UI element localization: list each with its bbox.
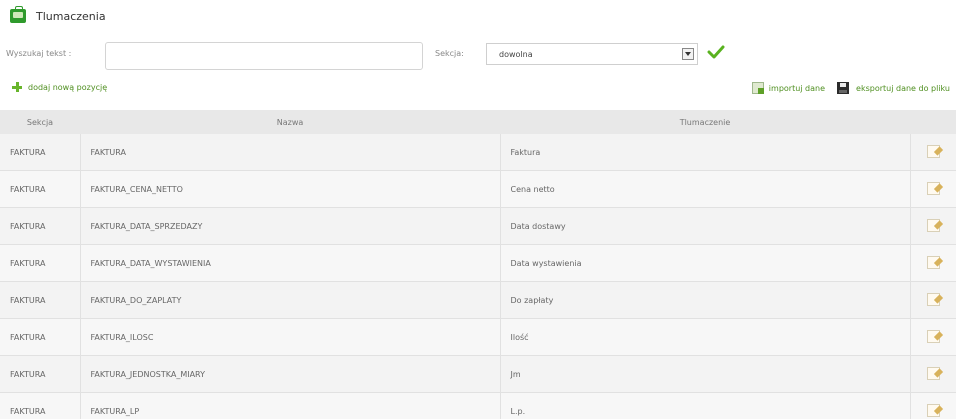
row-name: FAKTURA_JEDNOSTKA_MIARY <box>80 355 501 393</box>
row-name: FAKTURA_CENA_NETTO <box>80 170 501 208</box>
table-row: FAKTURA FAKTURA_JEDNOSTKA_MIARY Jm <box>0 355 956 393</box>
row-translation: Ilość <box>500 318 911 356</box>
edit-icon[interactable] <box>926 144 940 158</box>
search-input[interactable] <box>105 42 423 70</box>
section-select[interactable]: dowolna <box>486 43 698 65</box>
table-row: FAKTURA FAKTURA_LP L.p. <box>0 392 956 419</box>
row-edit-cell <box>910 170 956 208</box>
header-translation[interactable]: Tlumaczenie <box>500 110 910 134</box>
add-new-item-link[interactable]: dodaj nową pozycję <box>12 82 107 92</box>
row-name: FAKTURA_LP <box>80 392 501 419</box>
table-row: FAKTURA FAKTURA_DATA_SPRZEDAZY Data dost… <box>0 207 956 245</box>
row-section: FAKTURA <box>0 134 81 171</box>
row-translation: Faktura <box>500 134 911 171</box>
row-translation: L.p. <box>500 392 911 419</box>
table-row: FAKTURA FAKTURA_DO_ZAPLATY Do zapłaty <box>0 281 956 319</box>
edit-icon[interactable] <box>926 292 940 306</box>
edit-icon[interactable] <box>926 218 940 232</box>
table-header-row: Sekcja Nazwa Tlumaczenie <box>0 110 956 134</box>
page-header: Tlumaczenia <box>10 6 106 26</box>
add-new-item-label: dodaj nową pozycję <box>28 82 108 92</box>
header-actions <box>910 110 956 134</box>
page-title: Tlumaczenia <box>36 9 106 23</box>
check-icon[interactable] <box>707 44 725 60</box>
row-name: FAKTURA_DATA_WYSTAWIENIA <box>80 244 501 282</box>
export-data-link[interactable]: eksportuj dane do pliku <box>856 84 950 93</box>
table-row: FAKTURA FAKTURA_CENA_NETTO Cena netto <box>0 170 956 208</box>
edit-icon[interactable] <box>926 255 940 269</box>
row-section: FAKTURA <box>0 207 81 245</box>
edit-icon[interactable] <box>926 366 940 380</box>
filter-bar: Wyszukaj tekst : Sekcja: dowolna <box>6 42 946 70</box>
translation-icon <box>10 6 26 23</box>
edit-icon[interactable] <box>926 329 940 343</box>
row-edit-cell <box>910 281 956 319</box>
row-translation: Do zapłaty <box>500 281 911 319</box>
row-section: FAKTURA <box>0 355 81 393</box>
header-name[interactable]: Nazwa <box>80 110 500 134</box>
edit-icon[interactable] <box>926 403 940 417</box>
row-edit-cell <box>910 355 956 393</box>
row-section: FAKTURA <box>0 244 81 282</box>
row-edit-cell <box>910 134 956 171</box>
search-label: Wyszukaj tekst : <box>6 49 72 58</box>
action-bar: dodaj nową pozycję importuj dane eksport… <box>0 82 956 98</box>
translations-table: Sekcja Nazwa Tlumaczenie FAKTURA FAKTURA… <box>0 110 956 419</box>
row-translation: Jm <box>500 355 911 393</box>
import-data-link[interactable]: importuj dane <box>769 84 825 93</box>
row-name: FAKTURA_DATA_SPRZEDAZY <box>80 207 501 245</box>
row-name: FAKTURA_DO_ZAPLATY <box>80 281 501 319</box>
save-disk-icon[interactable] <box>837 82 850 94</box>
table-row: FAKTURA FAKTURA_DATA_WYSTAWIENIA Data wy… <box>0 244 956 282</box>
row-name: FAKTURA <box>80 134 501 171</box>
table-row: FAKTURA FAKTURA_ILOSC Ilość <box>0 318 956 356</box>
row-edit-cell <box>910 392 956 419</box>
row-section: FAKTURA <box>0 281 81 319</box>
section-label: Sekcja: <box>435 49 464 58</box>
import-icon[interactable] <box>751 82 764 94</box>
row-name: FAKTURA_ILOSC <box>80 318 501 356</box>
plus-icon <box>12 82 22 92</box>
edit-icon[interactable] <box>926 181 940 195</box>
section-select-value: dowolna <box>499 50 533 59</box>
row-edit-cell <box>910 207 956 245</box>
row-translation: Data dostawy <box>500 207 911 245</box>
row-edit-cell <box>910 244 956 282</box>
row-translation: Cena netto <box>500 170 911 208</box>
row-section: FAKTURA <box>0 318 81 356</box>
header-section[interactable]: Sekcja <box>0 110 80 134</box>
chevron-down-icon[interactable] <box>682 48 694 60</box>
row-translation: Data wystawienia <box>500 244 911 282</box>
row-section: FAKTURA <box>0 392 81 419</box>
row-section: FAKTURA <box>0 170 81 208</box>
table-row: FAKTURA FAKTURA Faktura <box>0 134 956 171</box>
row-edit-cell <box>910 318 956 356</box>
